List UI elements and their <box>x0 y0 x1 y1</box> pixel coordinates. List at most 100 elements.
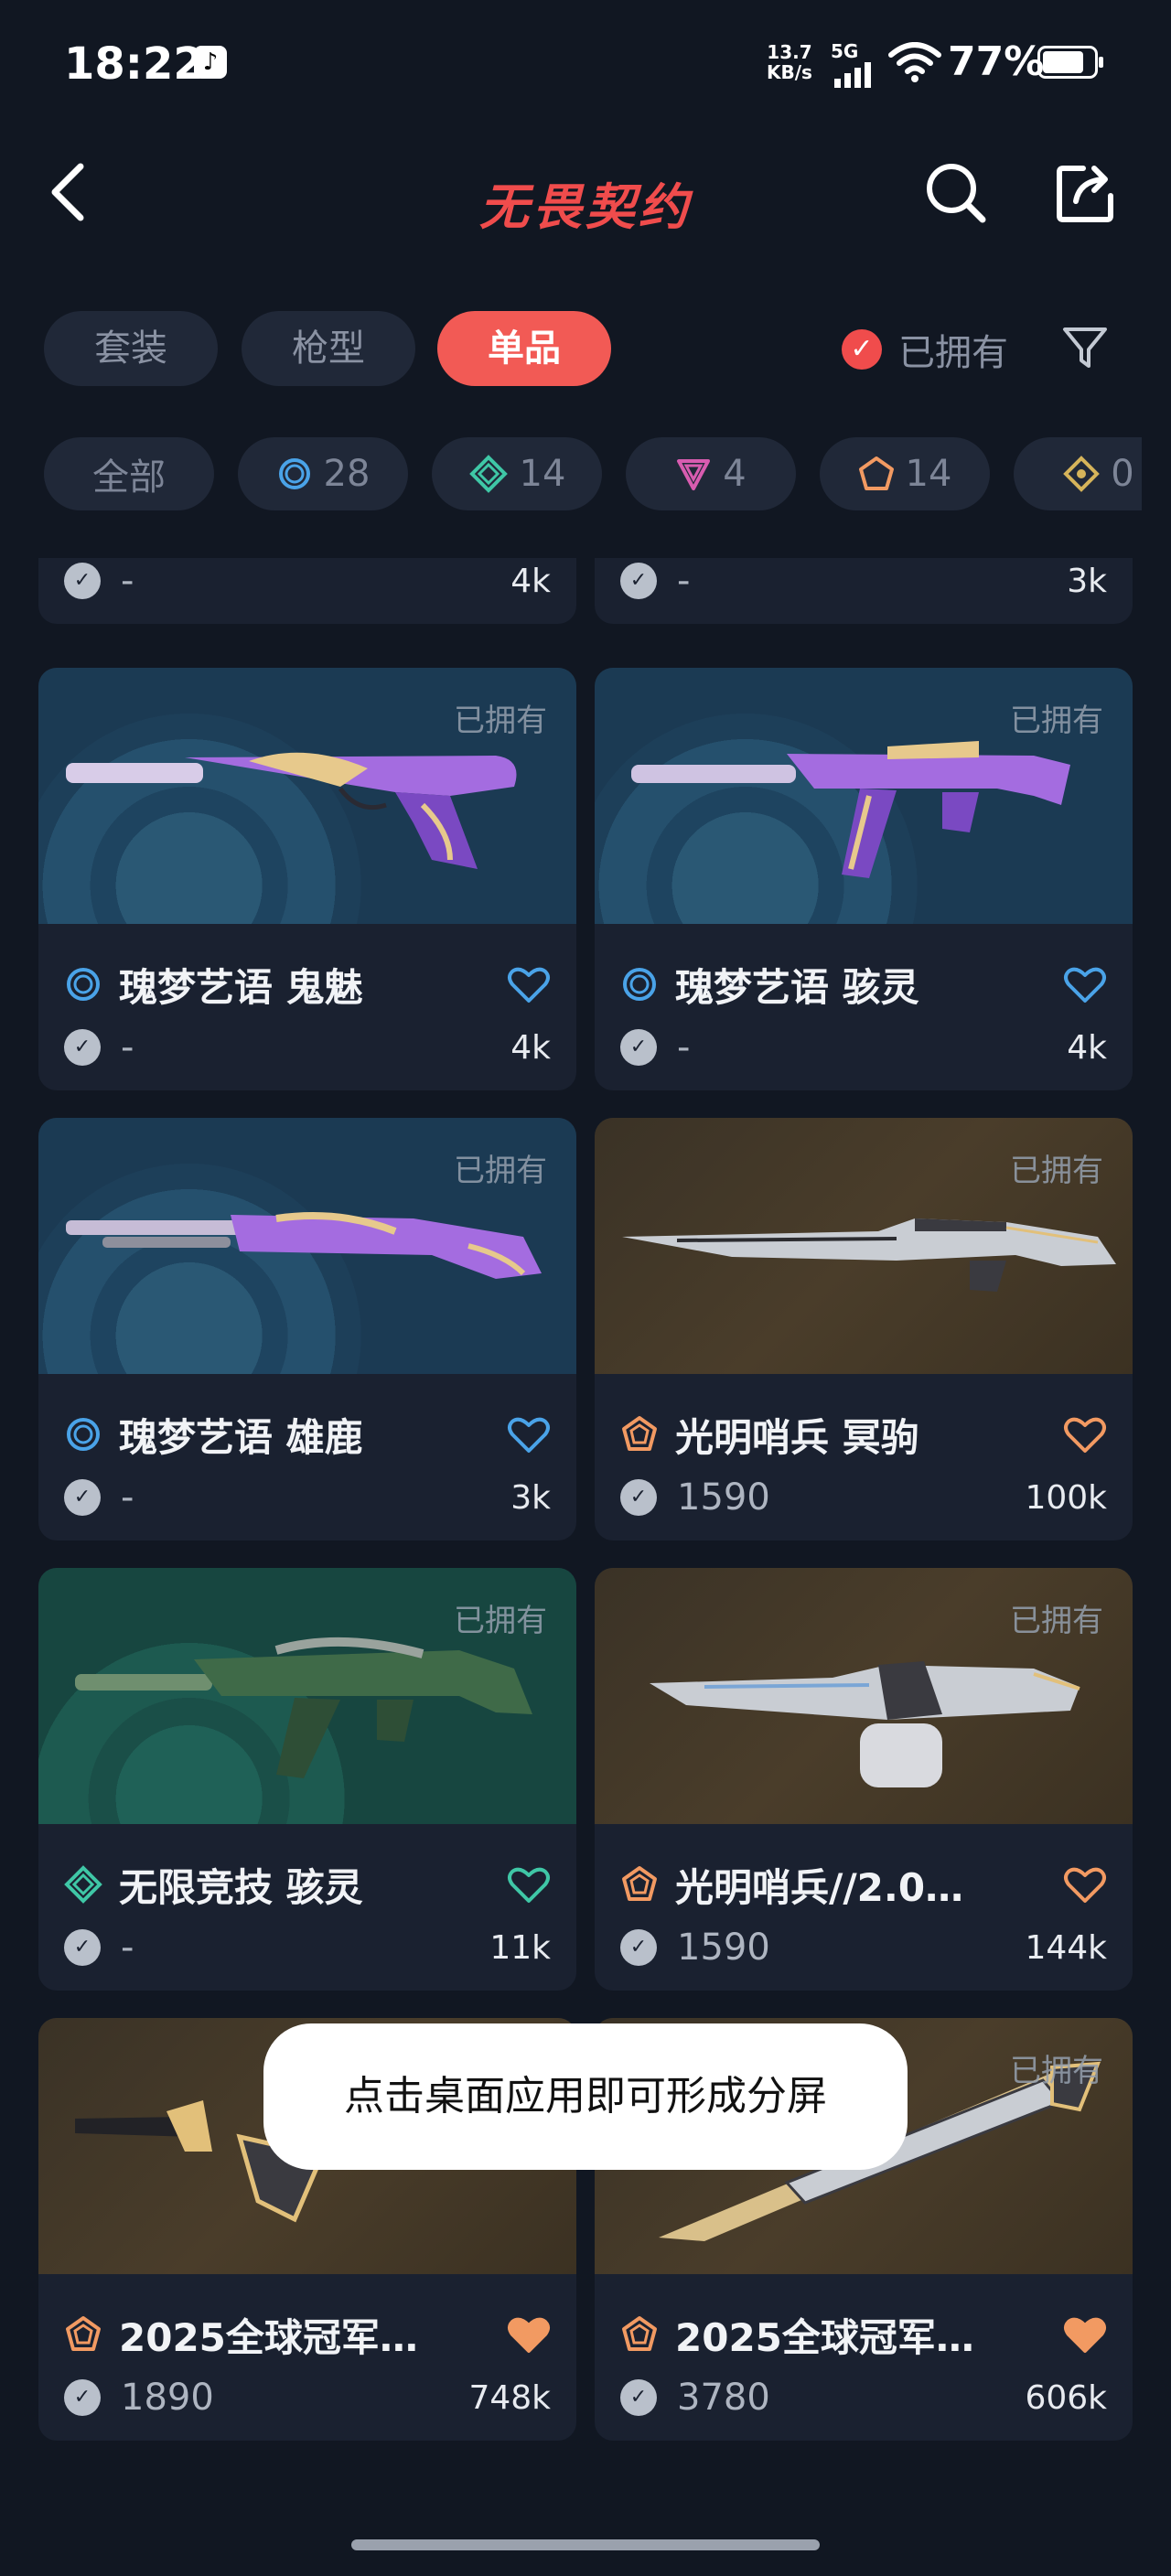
item-card[interactable]: 已拥有 瑰梦艺语 雄鹿 ✓ - 3k <box>38 1118 576 1540</box>
item-name: 2025全球冠军… <box>119 2314 418 2360</box>
rifle-skin-image <box>622 1218 1116 1292</box>
item-likes: 3k <box>510 1478 551 1517</box>
chip-ultra[interactable]: 0 <box>1014 437 1142 510</box>
owned-badge: 已拥有 <box>454 1603 547 1639</box>
search-icon[interactable] <box>922 159 988 225</box>
chip-select[interactable]: 28 <box>238 437 408 510</box>
owned-badge: 已拥有 <box>1010 1153 1103 1189</box>
item-card-partial[interactable]: ✓ - 4k <box>38 558 576 624</box>
tab-weapon-type[interactable]: 枪型 <box>242 311 415 386</box>
vp-currency-icon: ✓ <box>620 563 657 599</box>
item-image: 已拥有 <box>38 1568 576 1824</box>
exclusive-rarity-icon <box>677 459 711 490</box>
heart-filled-icon[interactable] <box>507 2313 551 2356</box>
clock: 18:22 <box>64 38 204 90</box>
chip-exclusive[interactable]: 4 <box>626 437 796 510</box>
battery-percent: 77% <box>948 38 1045 85</box>
tiktok-notification-icon: ♪ <box>194 46 227 79</box>
tab-single-items[interactable]: 单品 <box>437 311 611 386</box>
item-meta: ✓ - 4k <box>64 1025 551 1070</box>
vp-currency-icon: ✓ <box>64 2379 101 2416</box>
item-name: 瑰梦艺语 鬼魅 <box>119 964 363 1010</box>
vp-currency-icon: ✓ <box>64 1929 101 1966</box>
heart-icon[interactable] <box>1063 1412 1107 1456</box>
item-likes: 748k <box>468 2378 551 2417</box>
chip-premium-count: 14 <box>905 453 952 495</box>
page-title: 无畏契约 <box>479 178 692 236</box>
vp-currency-icon: ✓ <box>620 1929 657 1966</box>
item-likes: 4k <box>510 562 551 600</box>
deluxe-rarity-icon <box>468 455 508 493</box>
owned-filter-toggle[interactable]: ✓ 已拥有 <box>842 320 1008 379</box>
heart-icon[interactable] <box>507 1412 551 1456</box>
item-meta: ✓ 1590 144k <box>620 1925 1107 1970</box>
item-name: 瑰梦艺语 骇灵 <box>675 964 919 1010</box>
item-card[interactable]: 已拥有 瑰梦艺语 骇灵 ✓ - 4k <box>595 668 1133 1090</box>
smg-skin-image <box>75 1637 532 1778</box>
select-rarity-icon <box>67 968 100 1001</box>
heart-filled-icon[interactable] <box>1063 2313 1107 2356</box>
item-likes: 3k <box>1067 562 1107 600</box>
item-meta: ✓ 1890 748k <box>64 2375 551 2420</box>
vp-currency-icon: ✓ <box>64 563 101 599</box>
item-meta: ✓ 3780 606k <box>620 2375 1107 2420</box>
home-indicator[interactable] <box>351 2539 820 2550</box>
heart-icon[interactable] <box>507 962 551 1006</box>
item-price: - <box>677 560 691 602</box>
item-price: 1890 <box>121 2377 214 2419</box>
item-name-row: 2025全球冠军… <box>620 2309 1107 2360</box>
top-nav: 无畏契约 <box>0 146 1171 238</box>
vp-currency-icon: ✓ <box>620 1029 657 1066</box>
net-speed-value: 13.7 <box>767 41 812 63</box>
item-price: 1590 <box>677 1476 770 1519</box>
owned-badge: 已拥有 <box>1010 1603 1103 1639</box>
filter-icon[interactable] <box>1061 324 1109 371</box>
chip-all-label: 全部 <box>92 456 166 499</box>
share-icon[interactable] <box>1052 159 1118 225</box>
item-name: 瑰梦艺语 雄鹿 <box>119 1414 363 1460</box>
item-name-row: 2025全球冠军… <box>64 2309 551 2360</box>
select-rarity-icon <box>623 968 656 1001</box>
premium-rarity-icon <box>858 456 894 490</box>
item-name-row: 瑰梦艺语 鬼魅 <box>64 959 551 1010</box>
premium-rarity-icon <box>66 2316 101 2351</box>
item-name: 无限竞技 骇灵 <box>119 1864 363 1910</box>
item-name-row: 瑰梦艺语 雄鹿 <box>64 1409 551 1460</box>
premium-rarity-icon <box>622 1866 657 1901</box>
item-card[interactable]: 已拥有 无限竞技 骇灵 ✓ - 11k <box>38 1568 576 1991</box>
item-meta: ✓ 1590 100k <box>620 1475 1107 1520</box>
item-image: 已拥有 <box>38 668 576 924</box>
item-card[interactable]: 已拥有 光明哨兵//2.0… ✓ 1590 144k <box>595 1568 1133 1991</box>
item-price: - <box>121 1927 134 1969</box>
item-card[interactable]: 已拥有 瑰梦艺语 鬼魅 ✓ - 4k <box>38 668 576 1090</box>
select-rarity-icon <box>67 1418 100 1451</box>
network-speed: 13.7 KB/s <box>767 42 812 82</box>
heart-icon[interactable] <box>1063 1862 1107 1906</box>
item-likes: 100k <box>1025 1478 1107 1517</box>
chip-all[interactable]: 全部 <box>44 437 214 510</box>
item-meta: ✓ - 4k <box>620 1025 1107 1070</box>
item-image: 已拥有 <box>595 668 1133 924</box>
item-card[interactable]: 已拥有 光明哨兵 冥驹 ✓ 1590 100k <box>595 1118 1133 1540</box>
heart-icon[interactable] <box>507 1862 551 1906</box>
item-name: 光明哨兵 冥驹 <box>675 1414 919 1460</box>
chip-deluxe[interactable]: 14 <box>432 437 602 510</box>
item-name: 2025全球冠军… <box>675 2314 974 2360</box>
item-likes: 11k <box>489 1928 551 1967</box>
net-speed-unit: KB/s <box>767 61 812 83</box>
owned-badge: 已拥有 <box>1010 2053 1103 2089</box>
item-meta: ✓ - 4k <box>64 558 551 604</box>
rarity-filter-chips: 全部 28 14 4 14 0 <box>44 437 1142 510</box>
item-name-row: 瑰梦艺语 骇灵 <box>620 959 1107 1010</box>
item-name-row: 光明哨兵 冥驹 <box>620 1409 1107 1460</box>
item-image: 已拥有 <box>595 1568 1133 1824</box>
item-card-partial[interactable]: ✓ - 3k <box>595 558 1133 624</box>
item-price: - <box>677 1026 691 1068</box>
deluxe-rarity-icon <box>64 1865 102 1904</box>
tab-bundles[interactable]: 套装 <box>44 311 218 386</box>
premium-rarity-icon <box>622 2316 657 2351</box>
chip-premium[interactable]: 14 <box>820 437 990 510</box>
item-price: 3780 <box>677 2377 770 2419</box>
heart-icon[interactable] <box>1063 962 1107 1006</box>
checked-icon: ✓ <box>842 329 882 370</box>
